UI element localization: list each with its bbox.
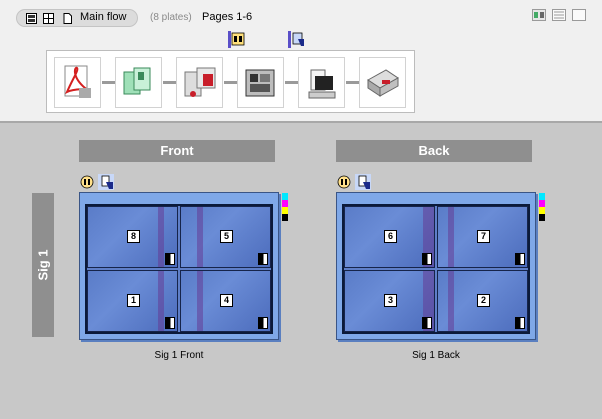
front-caption: Sig 1 Front <box>154 350 204 361</box>
output-printer-step[interactable] <box>359 57 406 108</box>
page-number: 8 <box>127 230 140 243</box>
page-tile[interactable]: 8 <box>87 206 178 268</box>
page-tile[interactable]: 7 <box>437 206 528 268</box>
pages-range: Pages 1-6 <box>202 11 253 23</box>
page-tile[interactable]: 2 <box>437 270 528 332</box>
crop-mark <box>165 317 175 329</box>
magenta-swatch <box>282 200 288 207</box>
flow-name[interactable]: Main flow <box>80 11 126 23</box>
black-swatch <box>539 214 545 221</box>
black-swatch <box>282 214 288 221</box>
crop-mark <box>515 317 525 329</box>
page-number: 7 <box>477 230 490 243</box>
workflow-steps <box>46 50 415 113</box>
back-press-sheet: 6 7 3 2 <box>342 204 530 334</box>
back-cmyk-swatches <box>539 193 545 221</box>
crop-mark <box>422 317 432 329</box>
front-sheet-toggle-icon[interactable] <box>228 31 246 48</box>
front-sheet-icon[interactable] <box>336 174 352 190</box>
yellow-swatch <box>282 207 288 214</box>
front-press-sheet: 8 5 1 4 <box>85 204 273 334</box>
page-tile[interactable]: 5 <box>180 206 271 268</box>
step-connector <box>346 81 359 84</box>
flow-panel: Main flow (8 plates) Pages 1-6 <box>0 0 602 123</box>
page-tile[interactable]: 4 <box>180 270 271 332</box>
back-sheet-icon[interactable] <box>98 174 114 190</box>
crop-mark <box>258 317 268 329</box>
page-number: 4 <box>220 294 233 307</box>
back-sheet-icon[interactable] <box>355 174 371 190</box>
step-connector <box>102 81 115 84</box>
front-sheet-icon[interactable] <box>79 174 95 190</box>
color-management-step[interactable] <box>176 57 223 108</box>
magenta-swatch <box>539 200 545 207</box>
step-connector <box>224 81 237 84</box>
page-number: 5 <box>220 230 233 243</box>
crop-mark <box>422 253 432 265</box>
page-tile[interactable]: 6 <box>344 206 435 268</box>
yellow-swatch <box>539 207 545 214</box>
page-number: 3 <box>384 294 397 307</box>
step-connector <box>163 81 176 84</box>
step-connector <box>285 81 298 84</box>
back-sheet[interactable]: 6 7 3 2 <box>336 192 536 340</box>
page-tile[interactable]: 3 <box>344 270 435 332</box>
grid-view-icon[interactable] <box>43 13 54 24</box>
sheet-view-icon[interactable] <box>26 13 37 24</box>
thumbnail-view-icon[interactable] <box>532 9 546 21</box>
page-number: 1 <box>127 294 140 307</box>
front-sheet[interactable]: 8 5 1 4 <box>79 192 279 340</box>
front-header: Front <box>79 140 275 162</box>
cyan-swatch <box>539 193 545 200</box>
page-number: 2 <box>477 294 490 307</box>
front-cmyk-swatches <box>282 193 288 221</box>
back-caption: Sig 1 Back <box>412 350 460 361</box>
page-tile[interactable]: 1 <box>87 270 178 332</box>
pdf-input-step[interactable] <box>54 57 101 108</box>
rip-step[interactable] <box>237 57 284 108</box>
crop-mark <box>515 253 525 265</box>
crop-mark <box>165 253 175 265</box>
signature-label-text: Sig 1 <box>35 249 51 281</box>
single-view-icon[interactable] <box>572 9 586 21</box>
crop-mark <box>258 253 268 265</box>
imposition-step[interactable] <box>115 57 162 108</box>
page-number: 6 <box>384 230 397 243</box>
back-header: Back <box>336 140 532 162</box>
proof-step[interactable] <box>298 57 345 108</box>
page-icon[interactable] <box>62 13 73 24</box>
cyan-swatch <box>282 193 288 200</box>
back-sheet-toggle-icon[interactable] <box>288 31 306 48</box>
signature-label[interactable]: Sig 1 <box>32 193 54 337</box>
plates-count: (8 plates) <box>150 12 192 23</box>
list-view-icon[interactable] <box>552 9 566 21</box>
